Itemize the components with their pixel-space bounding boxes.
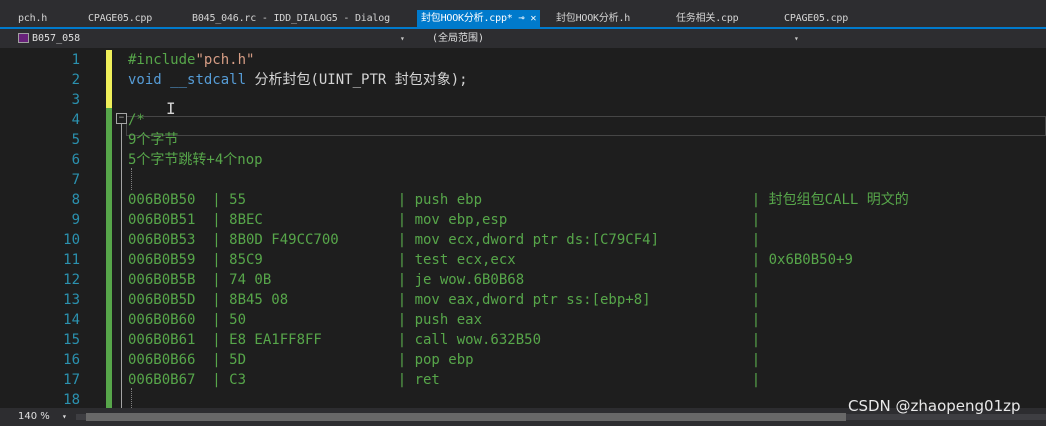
- tab-hook-analysis-h[interactable]: 封包HOOK分析.h: [556, 8, 630, 29]
- code-line[interactable]: 006B0B53 | 8B0D F49CC700 | mov ecx,dword…: [128, 230, 760, 250]
- code-line[interactable]: 006B0B67 | C3 | ret |: [128, 370, 760, 390]
- code-token: 006B0B61 | E8 EA1FF8FF | call wow.632B50…: [128, 332, 761, 348]
- unsaved-change-marker: [106, 50, 112, 108]
- navigation-bar: B057_058 ▾ (全局范围) ▾: [0, 29, 1046, 49]
- line-number: 17: [63, 372, 80, 388]
- line-number: 10: [63, 232, 80, 248]
- code-token: 006B0B50 | 55 | push ebp | 封包组包CALL 明文的: [128, 192, 909, 208]
- line-number: 13: [63, 292, 80, 308]
- line-number: 2: [71, 72, 80, 88]
- code-line[interactable]: 006B0B51 | 8BEC | mov ebp,esp |: [128, 210, 760, 230]
- line-number: 11: [63, 252, 80, 268]
- code-line[interactable]: 9个字节: [128, 130, 178, 150]
- code-editor[interactable]: 1 2 3 4 5 6 7 8 9 10 11 12 13 14 15 16 17 18 #include"pch…: [0, 48, 1046, 408]
- chevron-down-icon[interactable]: ▾: [794, 30, 799, 47]
- line-number: 8: [71, 192, 80, 208]
- scope-dropdown[interactable]: (全局范围): [432, 30, 484, 47]
- tab-b045-dialog[interactable]: B045_046.rc - IDD_DIALOG5 - Dialog: [192, 8, 390, 29]
- code-token: void: [128, 72, 162, 88]
- scrollbar-thumb[interactable]: [86, 413, 846, 421]
- code-token: 5个字节跳转+4个nop: [128, 152, 263, 168]
- line-number: 7: [71, 172, 80, 188]
- code-line[interactable]: 006B0B59 | 85C9 | test ecx,ecx | 0x6B0B5…: [128, 250, 853, 270]
- code-token: 006B0B60 | 50 | push eax |: [128, 312, 761, 328]
- saved-change-marker: [106, 108, 112, 408]
- code-line[interactable]: 006B0B50 | 55 | push ebp | 封包组包CALL 明文的: [128, 190, 909, 210]
- line-number: 1: [71, 52, 80, 68]
- code-line[interactable]: 006B0B5B | 74 0B | je wow.6B0B68 |: [128, 270, 760, 290]
- indent-guide: [131, 388, 133, 408]
- close-icon[interactable]: ✕: [530, 13, 536, 24]
- code-line[interactable]: /*: [128, 110, 145, 130]
- document-tab-bar: pch.h CPAGE05.cpp B045_046.rc - IDD_DIAL…: [0, 0, 1046, 29]
- code-line[interactable]: 006B0B5D | 8B45 08 | mov eax,dword ptr s…: [128, 290, 760, 310]
- chevron-down-icon[interactable]: ▾: [400, 30, 405, 47]
- code-line[interactable]: 006B0B60 | 50 | push eax |: [128, 310, 760, 330]
- line-number: 12: [63, 272, 80, 288]
- pin-icon[interactable]: ⊸: [519, 13, 525, 24]
- code-token: #include: [128, 52, 196, 68]
- code-line[interactable]: 006B0B61 | E8 EA1FF8FF | call wow.632B50…: [128, 330, 760, 350]
- zoom-level[interactable]: 140 %: [18, 409, 50, 425]
- tab-cpage05-cpp-2[interactable]: CPAGE05.cpp: [784, 8, 848, 29]
- text-cursor-icon: I: [166, 99, 176, 118]
- project-icon: [18, 33, 29, 43]
- code-token: 006B0B5D | 8B45 08 | mov eax,dword ptr s…: [128, 292, 761, 308]
- code-token: 分析封包(UINT_PTR 封包对象);: [246, 72, 468, 88]
- line-number: 14: [63, 312, 80, 328]
- watermark: CSDN @zhaopeng01zp: [848, 397, 1021, 415]
- line-number: 4: [71, 112, 80, 128]
- tab-hook-analysis-cpp[interactable]: 封包HOOK分析.cpp* ⊸ ✕: [417, 10, 541, 28]
- tab-pch-h[interactable]: pch.h: [18, 8, 47, 29]
- tab-cpage05-cpp[interactable]: CPAGE05.cpp: [88, 8, 152, 29]
- project-dropdown[interactable]: B057_058: [32, 30, 80, 47]
- code-token: 9个字节: [128, 132, 179, 148]
- code-token: 006B0B5B | 74 0B | je wow.6B0B68 |: [128, 272, 761, 288]
- collapse-icon[interactable]: −: [116, 113, 127, 124]
- current-line-highlight: [126, 116, 1046, 136]
- code-token: 006B0B51 | 8BEC | mov ebp,esp |: [128, 212, 761, 228]
- code-line[interactable]: 5个字节跳转+4个nop: [128, 150, 263, 170]
- code-line[interactable]: #include"pch.h": [128, 50, 254, 70]
- line-number: 3: [71, 92, 80, 108]
- code-token: 006B0B66 | 5D | pop ebp |: [128, 352, 761, 368]
- chevron-down-icon[interactable]: ▾: [62, 409, 67, 425]
- code-token: /*: [128, 112, 145, 128]
- tab-label: 封包HOOK分析.cpp*: [421, 13, 513, 24]
- line-number: 6: [71, 152, 80, 168]
- line-number: 18: [63, 392, 80, 408]
- outline-fold-line: [121, 124, 122, 408]
- code-token: 006B0B67 | C3 | ret |: [128, 372, 761, 388]
- code-token: 006B0B53 | 8B0D F49CC700 | mov ecx,dword…: [128, 232, 761, 248]
- tab-task-cpp[interactable]: 任务相关.cpp: [676, 8, 739, 29]
- line-number: 9: [71, 212, 80, 228]
- code-token: __stdcall: [170, 72, 247, 88]
- line-number: 5: [71, 132, 80, 148]
- code-token: "pch.h": [195, 52, 255, 68]
- indent-guide: [131, 168, 133, 190]
- code-line[interactable]: void __stdcall 分析封包(UINT_PTR 封包对象);: [128, 70, 468, 90]
- line-number: 16: [63, 352, 80, 368]
- line-number: 15: [63, 332, 80, 348]
- code-line[interactable]: 006B0B66 | 5D | pop ebp |: [128, 350, 760, 370]
- code-token: 006B0B59 | 85C9 | test ecx,ecx | 0x6B0B5…: [128, 252, 853, 268]
